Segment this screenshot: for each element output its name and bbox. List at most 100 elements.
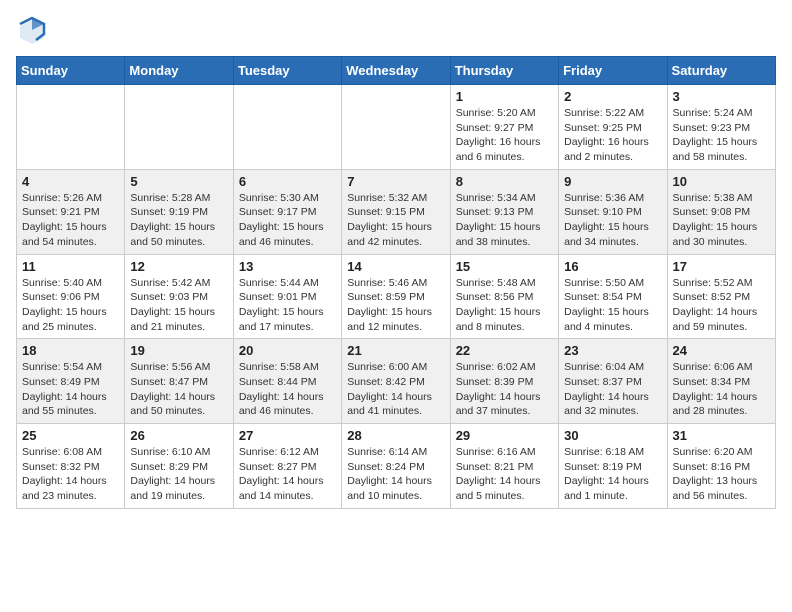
day-number: 30: [564, 428, 661, 443]
day-cell: [233, 85, 341, 170]
calendar-table: SundayMondayTuesdayWednesdayThursdayFrid…: [16, 56, 776, 509]
day-cell: 18Sunrise: 5:54 AM Sunset: 8:49 PM Dayli…: [17, 339, 125, 424]
weekday-header-tuesday: Tuesday: [233, 57, 341, 85]
day-number: 26: [130, 428, 227, 443]
day-number: 25: [22, 428, 119, 443]
week-row-4: 18Sunrise: 5:54 AM Sunset: 8:49 PM Dayli…: [17, 339, 776, 424]
weekday-header-friday: Friday: [559, 57, 667, 85]
day-info: Sunrise: 5:46 AM Sunset: 8:59 PM Dayligh…: [347, 276, 444, 335]
day-cell: 20Sunrise: 5:58 AM Sunset: 8:44 PM Dayli…: [233, 339, 341, 424]
weekday-header-thursday: Thursday: [450, 57, 558, 85]
day-info: Sunrise: 5:56 AM Sunset: 8:47 PM Dayligh…: [130, 360, 227, 419]
weekday-header-sunday: Sunday: [17, 57, 125, 85]
day-info: Sunrise: 6:08 AM Sunset: 8:32 PM Dayligh…: [22, 445, 119, 504]
day-info: Sunrise: 5:30 AM Sunset: 9:17 PM Dayligh…: [239, 191, 336, 250]
day-info: Sunrise: 5:40 AM Sunset: 9:06 PM Dayligh…: [22, 276, 119, 335]
day-cell: 4 Sunrise: 5:26 AM Sunset: 9:21 PM Daylig…: [17, 169, 125, 254]
day-cell: 1 Sunrise: 5:20 AM Sunset: 9:27 PM Daylig…: [450, 85, 558, 170]
day-info: Sunrise: 6:06 AM Sunset: 8:34 PM Dayligh…: [673, 360, 770, 419]
day-number: 4: [22, 174, 119, 189]
day-info: Sunrise: 5:54 AM Sunset: 8:49 PM Dayligh…: [22, 360, 119, 419]
day-cell: 13 Sunrise: 5:44 AM Sunset: 9:01 PM Dayli…: [233, 254, 341, 339]
day-info: Sunrise: 5:48 AM Sunset: 8:56 PM Dayligh…: [456, 276, 553, 335]
day-info: Sunrise: 6:04 AM Sunset: 8:37 PM Dayligh…: [564, 360, 661, 419]
day-info: Sunrise: 6:02 AM Sunset: 8:39 PM Dayligh…: [456, 360, 553, 419]
day-info: Sunrise: 5:20 AM Sunset: 9:27 PM Dayligh…: [456, 106, 553, 165]
day-cell: 27 Sunrise: 6:12 AM Sunset: 8:27 PM Dayli…: [233, 424, 341, 509]
day-cell: 6 Sunrise: 5:30 AM Sunset: 9:17 PM Daylig…: [233, 169, 341, 254]
day-info: Sunrise: 5:28 AM Sunset: 9:19 PM Dayligh…: [130, 191, 227, 250]
day-number: 29: [456, 428, 553, 443]
day-cell: 25 Sunrise: 6:08 AM Sunset: 8:32 PM Dayli…: [17, 424, 125, 509]
day-number: 22: [456, 343, 553, 358]
day-number: 20: [239, 343, 336, 358]
day-cell: [17, 85, 125, 170]
logo-icon: [16, 16, 48, 48]
day-number: 28: [347, 428, 444, 443]
day-info: Sunrise: 5:44 AM Sunset: 9:01 PM Dayligh…: [239, 276, 336, 335]
day-cell: 8 Sunrise: 5:34 AM Sunset: 9:13 PM Daylig…: [450, 169, 558, 254]
day-number: 12: [130, 259, 227, 274]
day-number: 1: [456, 89, 553, 104]
weekday-header-wednesday: Wednesday: [342, 57, 450, 85]
day-number: 31: [673, 428, 770, 443]
day-cell: 14 Sunrise: 5:46 AM Sunset: 8:59 PM Dayli…: [342, 254, 450, 339]
day-info: Sunrise: 5:38 AM Sunset: 9:08 PM Dayligh…: [673, 191, 770, 250]
day-cell: [342, 85, 450, 170]
day-cell: 22 Sunrise: 6:02 AM Sunset: 8:39 PM Dayli…: [450, 339, 558, 424]
day-number: 24: [673, 343, 770, 358]
day-number: 9: [564, 174, 661, 189]
day-info: Sunrise: 5:32 AM Sunset: 9:15 PM Dayligh…: [347, 191, 444, 250]
day-info: Sunrise: 5:22 AM Sunset: 9:25 PM Dayligh…: [564, 106, 661, 165]
day-cell: [125, 85, 233, 170]
day-cell: 2 Sunrise: 5:22 AM Sunset: 9:25 PM Daylig…: [559, 85, 667, 170]
weekday-header-monday: Monday: [125, 57, 233, 85]
page-header: [16, 16, 776, 48]
day-number: 5: [130, 174, 227, 189]
day-number: 11: [22, 259, 119, 274]
day-info: Sunrise: 5:34 AM Sunset: 9:13 PM Dayligh…: [456, 191, 553, 250]
day-cell: 9Sunrise: 5:36 AM Sunset: 9:10 PM Daylig…: [559, 169, 667, 254]
week-row-5: 25 Sunrise: 6:08 AM Sunset: 8:32 PM Dayli…: [17, 424, 776, 509]
day-cell: 12 Sunrise: 5:42 AM Sunset: 9:03 PM Dayli…: [125, 254, 233, 339]
day-info: Sunrise: 6:12 AM Sunset: 8:27 PM Dayligh…: [239, 445, 336, 504]
day-info: Sunrise: 5:26 AM Sunset: 9:21 PM Dayligh…: [22, 191, 119, 250]
day-cell: 5 Sunrise: 5:28 AM Sunset: 9:19 PM Daylig…: [125, 169, 233, 254]
day-number: 13: [239, 259, 336, 274]
week-row-3: 11 Sunrise: 5:40 AM Sunset: 9:06 PM Dayli…: [17, 254, 776, 339]
day-cell: 11 Sunrise: 5:40 AM Sunset: 9:06 PM Dayli…: [17, 254, 125, 339]
day-number: 14: [347, 259, 444, 274]
day-cell: 24 Sunrise: 6:06 AM Sunset: 8:34 PM Dayli…: [667, 339, 775, 424]
weekday-header-row: SundayMondayTuesdayWednesdayThursdayFrid…: [17, 57, 776, 85]
logo: [16, 16, 52, 48]
day-number: 23: [564, 343, 661, 358]
day-cell: 7Sunrise: 5:32 AM Sunset: 9:15 PM Daylig…: [342, 169, 450, 254]
day-number: 17: [673, 259, 770, 274]
day-info: Sunrise: 5:24 AM Sunset: 9:23 PM Dayligh…: [673, 106, 770, 165]
day-number: 27: [239, 428, 336, 443]
day-cell: 19 Sunrise: 5:56 AM Sunset: 8:47 PM Dayli…: [125, 339, 233, 424]
day-info: Sunrise: 6:18 AM Sunset: 8:19 PM Dayligh…: [564, 445, 661, 504]
day-cell: 23 Sunrise: 6:04 AM Sunset: 8:37 PM Dayli…: [559, 339, 667, 424]
week-row-1: 1 Sunrise: 5:20 AM Sunset: 9:27 PM Daylig…: [17, 85, 776, 170]
day-cell: 10 Sunrise: 5:38 AM Sunset: 9:08 PM Dayli…: [667, 169, 775, 254]
day-number: 8: [456, 174, 553, 189]
day-number: 16: [564, 259, 661, 274]
day-cell: 28Sunrise: 6:14 AM Sunset: 8:24 PM Dayli…: [342, 424, 450, 509]
day-number: 19: [130, 343, 227, 358]
day-info: Sunrise: 6:10 AM Sunset: 8:29 PM Dayligh…: [130, 445, 227, 504]
day-cell: 3 Sunrise: 5:24 AM Sunset: 9:23 PM Daylig…: [667, 85, 775, 170]
day-number: 10: [673, 174, 770, 189]
day-info: Sunrise: 5:52 AM Sunset: 8:52 PM Dayligh…: [673, 276, 770, 335]
day-number: 6: [239, 174, 336, 189]
day-info: Sunrise: 6:20 AM Sunset: 8:16 PM Dayligh…: [673, 445, 770, 504]
day-cell: 26 Sunrise: 6:10 AM Sunset: 8:29 PM Dayli…: [125, 424, 233, 509]
day-cell: 31 Sunrise: 6:20 AM Sunset: 8:16 PM Dayli…: [667, 424, 775, 509]
weekday-header-saturday: Saturday: [667, 57, 775, 85]
day-number: 2: [564, 89, 661, 104]
day-info: Sunrise: 5:42 AM Sunset: 9:03 PM Dayligh…: [130, 276, 227, 335]
day-cell: 21Sunrise: 6:00 AM Sunset: 8:42 PM Dayli…: [342, 339, 450, 424]
day-cell: 15Sunrise: 5:48 AM Sunset: 8:56 PM Dayli…: [450, 254, 558, 339]
day-info: Sunrise: 6:00 AM Sunset: 8:42 PM Dayligh…: [347, 360, 444, 419]
day-number: 3: [673, 89, 770, 104]
